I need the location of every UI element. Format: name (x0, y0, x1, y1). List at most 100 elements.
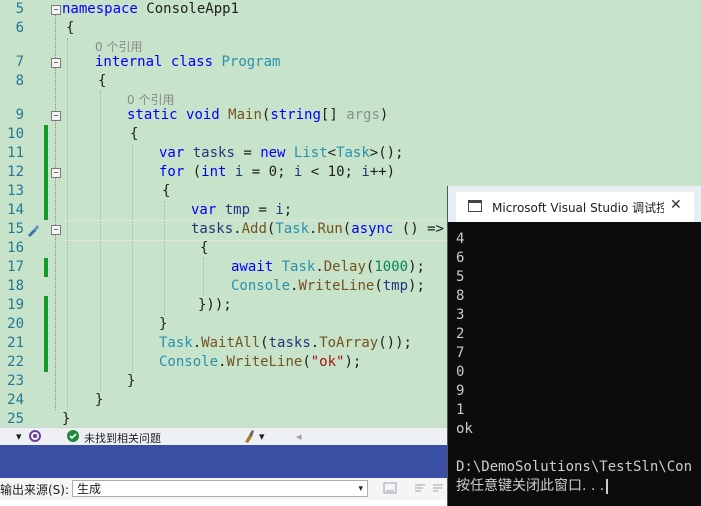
token: ); (408, 278, 425, 294)
code-line[interactable]: { (130, 125, 138, 144)
token: } (159, 316, 168, 332)
close-icon[interactable]: ✕ (670, 197, 682, 213)
issues-status-text[interactable]: 未找到相关问题 (84, 430, 161, 446)
intellicode-icon[interactable] (28, 429, 42, 443)
token: var (191, 202, 217, 218)
token: Program (221, 54, 281, 70)
fold-line (55, 178, 57, 225)
code-line[interactable]: static void Main(string[] args) (127, 106, 388, 125)
indent-guide (132, 144, 133, 373)
code-line[interactable]: } (159, 315, 167, 334)
token: WaitAll (201, 335, 261, 351)
code-line[interactable]: Console.WriteLine(tmp); (231, 277, 425, 296)
token: Task (281, 259, 316, 275)
console-line: 0 (456, 364, 465, 380)
text-cursor (606, 478, 609, 494)
line-number: 6 (15, 20, 24, 36)
line-number: 19 (7, 297, 24, 313)
line-number: 5 (15, 1, 24, 17)
indent-guide (100, 91, 101, 391)
change-indicator (44, 315, 48, 334)
quick-actions-brush-icon[interactable] (26, 222, 39, 237)
token: ; (277, 164, 294, 180)
token: 1000 (374, 259, 409, 275)
debug-console-window[interactable]: Microsoft Visual Studio 调试控制台 ✕ 4 6 5 8 3 2 7 0… (447, 186, 701, 506)
code-line[interactable]: } (95, 391, 103, 410)
clear-all-icon[interactable] (412, 480, 428, 496)
line-number: 17 (7, 259, 24, 275)
find-message-icon[interactable] (382, 480, 398, 496)
line-number: 24 (7, 392, 24, 408)
fold-toggle[interactable]: − (51, 58, 61, 68)
token: . (192, 335, 202, 351)
console-tab[interactable]: Microsoft Visual Studio 调试控制台 ✕ (456, 192, 694, 222)
fold-toggle[interactable]: − (51, 168, 61, 178)
token: >(); (369, 145, 404, 161)
code-cleanup-caret[interactable]: ▾ (259, 430, 265, 443)
code-line[interactable]: { (66, 19, 74, 38)
token: Task (275, 221, 310, 237)
token: { (130, 126, 139, 142)
line-number: 15 (7, 221, 24, 237)
line-number-gutter: 5 6 7 8 9 10 11 12 13 14 15 16 17 18 19 … (0, 0, 40, 427)
line-number: 22 (7, 354, 24, 370)
fold-line (55, 235, 57, 410)
token: tasks (192, 145, 235, 161)
code-line[interactable]: })); (198, 296, 232, 315)
token: Delay (323, 259, 366, 275)
fold-toggle[interactable]: − (51, 5, 61, 15)
console-app-icon (468, 200, 482, 212)
token: ( (342, 221, 352, 237)
token: } (95, 392, 104, 408)
fold-line (55, 121, 57, 168)
token: string (270, 107, 321, 123)
line-number: 16 (7, 240, 24, 256)
token: 0 (268, 164, 278, 180)
token: ConsoleApp1 (137, 1, 240, 17)
chevron-down-icon: ▾ (358, 484, 363, 494)
token: = (250, 202, 276, 218)
word-wrap-icon[interactable] (430, 480, 446, 496)
code-line[interactable]: for (int i = 0; i < 10; i++) (159, 163, 395, 182)
code-line[interactable]: var tmp = i; (191, 201, 292, 220)
change-indicator (44, 125, 48, 144)
console-line: 3 (456, 307, 465, 323)
code-line[interactable]: { (200, 239, 208, 258)
console-line: 按任意键关闭此窗口. . . (456, 478, 605, 494)
token: Run (317, 221, 343, 237)
token: new (260, 145, 286, 161)
code-line[interactable]: Task.WaitAll(tasks.ToArray()); (159, 334, 412, 353)
code-line[interactable]: internal class Program (95, 53, 280, 72)
code-cleanup-brush-icon[interactable] (242, 429, 256, 443)
token: tmp (382, 278, 409, 294)
line-number: 8 (15, 73, 24, 89)
code-line[interactable]: namespace ConsoleApp1 (62, 0, 239, 19)
token: internal (95, 54, 163, 70)
token: { (66, 20, 75, 36)
code-line[interactable]: var tasks = new List<Task>(); (159, 144, 404, 163)
token: 10 (327, 164, 345, 180)
token: { (162, 183, 171, 199)
fold-line (55, 15, 57, 58)
code-line[interactable]: { (98, 72, 106, 91)
output-source-select[interactable]: 生成 ▾ (72, 480, 368, 497)
indent-guide (203, 258, 204, 296)
token: })); (198, 297, 232, 313)
code-line[interactable]: Console.WriteLine("ok"); (159, 353, 361, 372)
code-line[interactable]: } (127, 372, 135, 391)
code-line[interactable]: tasks.Add(Task.Run(async () => (191, 220, 444, 239)
fold-toggle[interactable]: − (51, 111, 61, 121)
token: List (293, 145, 328, 161)
console-line: 5 (456, 269, 465, 285)
code-line[interactable]: await Task.Delay(1000); (231, 258, 425, 277)
code-line[interactable]: } (62, 410, 70, 427)
zoom-dropdown-caret[interactable]: ▾ (16, 430, 22, 443)
token: for (159, 164, 185, 180)
change-indicator (44, 296, 48, 315)
code-line[interactable]: { (162, 182, 170, 201)
console-title: Microsoft Visual Studio 调试控制台 (492, 201, 664, 215)
scroll-left-arrow[interactable]: ◂ (296, 430, 302, 443)
